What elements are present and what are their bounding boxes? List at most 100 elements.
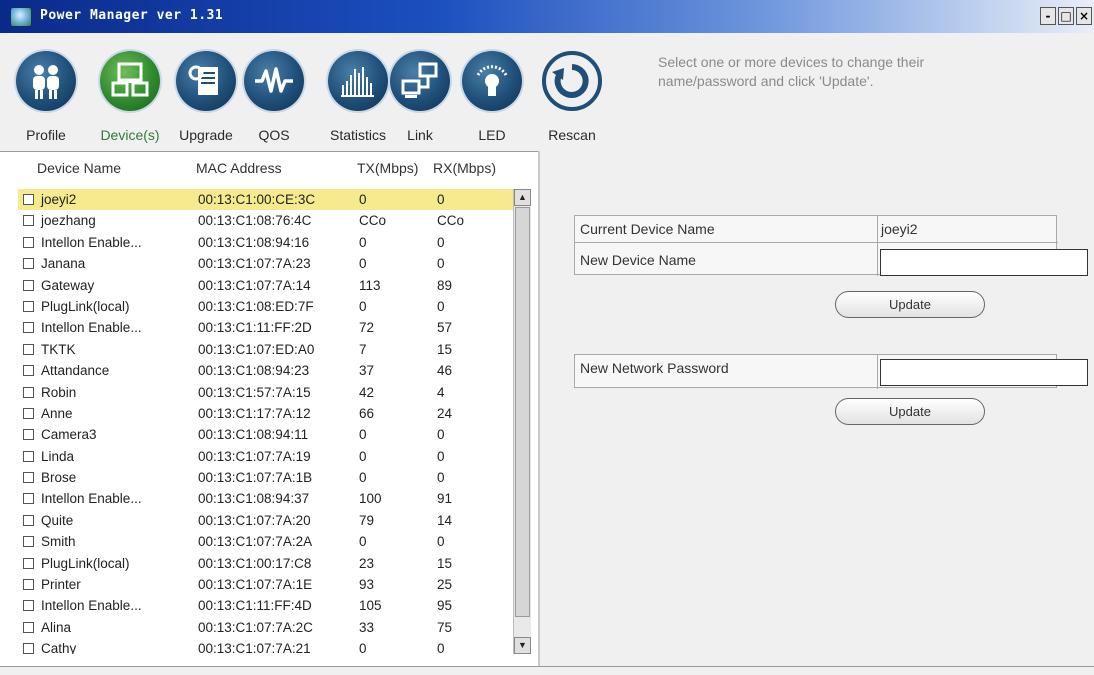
row-checkbox[interactable]	[23, 621, 34, 633]
row-checkbox[interactable]	[23, 279, 34, 291]
rx-cell: 57	[437, 320, 453, 336]
table-row[interactable]: Printer 00:13:C1:07:7A:1E 93 25	[18, 574, 513, 595]
current-device-name-value: joeyi2	[881, 221, 918, 237]
table-row[interactable]: Intellon Enable... 00:13:C1:08:94:16 0 0	[18, 232, 513, 253]
new-device-name-label: New Device Name	[580, 252, 696, 268]
table-row[interactable]: Anne 00:13:C1:17:7A:12 66 24	[18, 403, 513, 424]
table-row[interactable]: Linda 00:13:C1:07:7A:19 0 0	[18, 446, 513, 467]
table-row[interactable]: joezhang 00:13:C1:08:76:4C CCo CCo	[18, 210, 513, 231]
table-row[interactable]: Cathy 00:13:C1:07:7A:21 0 0	[18, 638, 513, 654]
table-row[interactable]: Quite 00:13:C1:07:7A:20 79 14	[18, 510, 513, 531]
tool-label: Profile	[26, 127, 66, 143]
device-name-cell: Janana	[41, 256, 86, 272]
table-row[interactable]: Camera3 00:13:C1:08:94:11 0 0	[18, 424, 513, 445]
tool-devices[interactable]: Device(s)	[94, 41, 166, 149]
row-checkbox[interactable]	[23, 643, 34, 654]
row-checkbox[interactable]	[23, 236, 34, 248]
row-checkbox[interactable]	[23, 514, 34, 526]
tool-link[interactable]: Link	[384, 41, 456, 149]
window-bottom-edge	[0, 666, 1094, 675]
scroll-down-icon[interactable]: ▼	[514, 637, 531, 654]
maximize-button[interactable]: □	[1058, 7, 1074, 25]
minimize-button[interactable]: -	[1040, 7, 1056, 25]
column-header-rx[interactable]: RX(Mbps)	[433, 160, 496, 176]
device-name-cell: TKTK	[41, 341, 76, 357]
row-checkbox[interactable]	[23, 322, 34, 334]
close-button[interactable]: ×	[1076, 7, 1092, 25]
mac-address-cell: 00:13:C1:07:7A:19	[198, 448, 311, 464]
column-header-tx[interactable]: TX(Mbps)	[357, 160, 418, 176]
scroll-thumb[interactable]	[515, 207, 530, 617]
table-row[interactable]: PlugLink(local) 00:13:C1:00:17:C8 23 15	[18, 553, 513, 574]
vertical-scrollbar[interactable]: ▲ ▼	[513, 189, 531, 654]
update-device-name-button[interactable]: Update	[835, 291, 985, 318]
tx-cell: 79	[359, 512, 375, 528]
tool-qos[interactable]: QOS	[238, 41, 310, 149]
row-checkbox[interactable]	[23, 300, 34, 312]
table-row[interactable]: Janana 00:13:C1:07:7A:23 0 0	[18, 253, 513, 274]
tool-label: Rescan	[548, 127, 596, 143]
row-checkbox[interactable]	[23, 365, 34, 377]
current-device-name-label: Current Device Name	[580, 221, 715, 237]
rx-cell: 0	[437, 427, 445, 443]
rx-cell: 0	[437, 470, 445, 486]
waveform-icon	[244, 51, 304, 111]
table-row[interactable]: Intellon Enable... 00:13:C1:08:94:37 100 91	[18, 488, 513, 509]
row-checkbox[interactable]	[23, 450, 34, 462]
table-row[interactable]: Alina 00:13:C1:07:7A:2C 33 75	[18, 617, 513, 638]
device-name-cell: PlugLink(local)	[41, 555, 130, 571]
table-row[interactable]: TKTK 00:13:C1:07:ED:A0 7 15	[18, 339, 513, 360]
rx-cell: 75	[437, 619, 453, 635]
column-header-mac-address[interactable]: MAC Address	[196, 160, 282, 176]
row-checkbox[interactable]	[23, 215, 34, 227]
mac-address-cell: 00:13:C1:08:76:4C	[198, 213, 312, 229]
device-name-cell: Intellon Enable...	[41, 320, 142, 336]
row-checkbox[interactable]	[23, 407, 34, 419]
row-checkbox[interactable]	[23, 472, 34, 484]
table-row[interactable]: Robin 00:13:C1:57:7A:15 42 4	[18, 382, 513, 403]
toolbar: Profile Device(s) Upgrade QOS Statistics	[0, 33, 602, 150]
tool-rescan[interactable]: Rescan	[536, 41, 608, 149]
table-row[interactable]: joeyi2 00:13:C1:00:CE:3C 0 0	[18, 189, 513, 211]
device-name-cell: Brose	[41, 470, 77, 486]
row-checkbox[interactable]	[23, 386, 34, 398]
title-bar[interactable]: Power Manager ver 1.31 - □ ×	[0, 0, 1094, 33]
table-row[interactable]: Intellon Enable... 00:13:C1:11:FF:4D 105 95	[18, 595, 513, 616]
tx-cell: 0	[359, 641, 367, 654]
tool-label: QOS	[258, 127, 290, 143]
device-name-cell: Camera3	[41, 427, 97, 443]
table-row[interactable]: Brose 00:13:C1:07:7A:1B 0 0	[18, 467, 513, 488]
update-password-button[interactable]: Update	[835, 398, 985, 425]
instruction-text: Select one or more devices to change the…	[658, 54, 925, 89]
row-checkbox[interactable]	[23, 579, 34, 591]
table-row[interactable]: Intellon Enable... 00:13:C1:11:FF:2D 72 57	[18, 317, 513, 338]
tx-cell: 0	[359, 448, 367, 464]
rx-cell: 89	[437, 277, 453, 293]
tx-cell: 7	[359, 341, 367, 357]
row-checkbox[interactable]	[23, 194, 34, 205]
row-checkbox[interactable]	[23, 429, 34, 441]
scroll-up-icon[interactable]: ▲	[514, 189, 531, 206]
column-header-device-name[interactable]: Device Name	[37, 160, 121, 176]
new-network-password-input[interactable]	[880, 359, 1088, 386]
table-row[interactable]: Attandance 00:13:C1:08:94:23 37 46	[18, 360, 513, 381]
tool-led[interactable]: LED	[456, 41, 528, 149]
table-row[interactable]: Smith 00:13:C1:07:7A:2A 0 0	[18, 531, 513, 552]
row-checkbox[interactable]	[23, 343, 34, 355]
device-name-cell: joeyi2	[41, 192, 77, 207]
device-settings-panel: Current Device Name joeyi2 New Device Na…	[540, 151, 1094, 666]
tool-upgrade[interactable]: Upgrade	[170, 41, 242, 149]
tx-cell: 0	[359, 534, 367, 550]
device-name-cell: Quite	[41, 512, 74, 528]
row-checkbox[interactable]	[23, 536, 34, 548]
row-checkbox[interactable]	[23, 557, 34, 569]
tx-cell: 93	[359, 577, 375, 593]
row-checkbox[interactable]	[23, 258, 34, 270]
tool-profile[interactable]: Profile	[10, 41, 82, 149]
table-row[interactable]: Gateway 00:13:C1:07:7A:14 113 89	[18, 275, 513, 296]
new-device-name-input[interactable]	[880, 249, 1088, 276]
rx-cell: 0	[437, 256, 445, 272]
row-checkbox[interactable]	[23, 493, 34, 505]
row-checkbox[interactable]	[23, 600, 34, 612]
table-row[interactable]: PlugLink(local) 00:13:C1:08:ED:7F 0 0	[18, 296, 513, 317]
